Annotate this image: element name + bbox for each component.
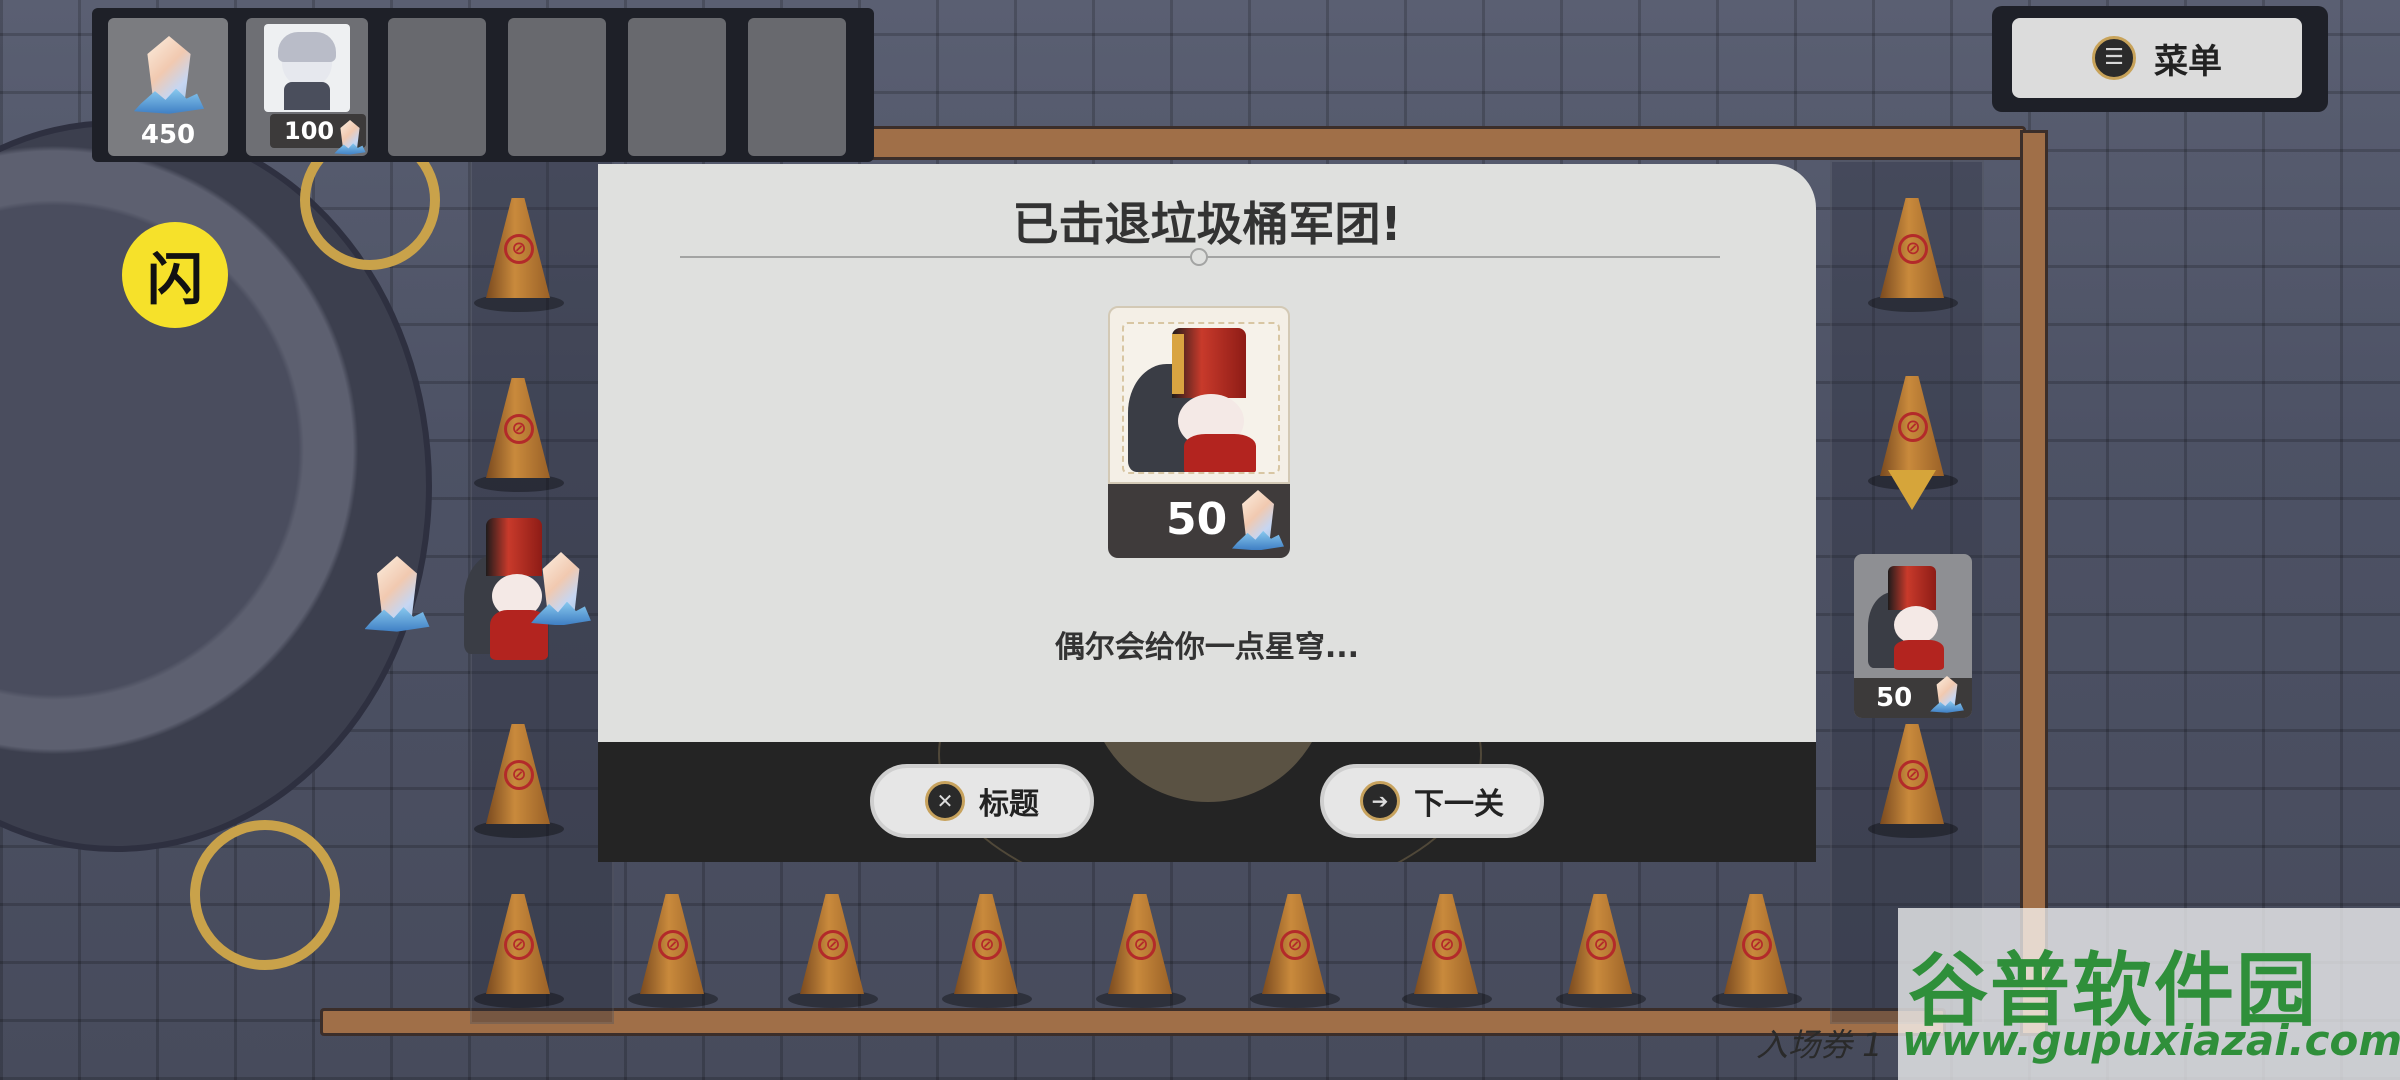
reward-card: 50 [1108, 306, 1290, 558]
victory-dialog: 已击退垃圾桶军团! 50 偶尔会给你一点星穹... [598, 164, 1816, 744]
menu-button[interactable]: ☰ 菜单 [2012, 18, 2302, 98]
ticket-count: 入场券 1 [1756, 1026, 1883, 1064]
close-icon: ✕ [925, 781, 965, 821]
reward-portrait [1122, 322, 1280, 474]
unit-slot-4[interactable] [628, 18, 726, 156]
traffic-cone-icon: ⊘ [942, 894, 1032, 1008]
decor-wheel-bottom [190, 820, 340, 970]
reward-cost: 50 [1166, 494, 1228, 545]
enemy-portrait [1864, 562, 1962, 672]
crystal-icon [334, 120, 366, 155]
crystal-icon [531, 552, 591, 626]
traffic-cone-icon: ⊘ [474, 894, 564, 1008]
traffic-cone-icon: ⊘ [1250, 894, 1340, 1008]
title-button-label: 标题 [979, 787, 1039, 822]
reward-cost-bar: 50 [1108, 484, 1290, 558]
currency-slot: 450 [108, 18, 228, 156]
unit-selection-bar: 450 100 [92, 8, 874, 162]
next-level-label: 下一关 [1414, 787, 1504, 822]
reward-description: 偶尔会给你一点星穹... [1054, 630, 1360, 665]
traffic-cone-icon: ⊘ [628, 894, 718, 1008]
crystal-icon [133, 36, 205, 114]
traffic-cone-icon: ⊘ [1556, 894, 1646, 1008]
crystal-icon [364, 556, 430, 632]
right-rail [2020, 130, 2048, 1036]
crystal-icon [1930, 676, 1964, 713]
unit-slot-3[interactable] [508, 18, 606, 156]
flash-button[interactable]: 闪 [122, 222, 228, 328]
unit-slot-2[interactable] [388, 18, 486, 156]
traffic-cone-icon: ⊘ [1712, 894, 1802, 1008]
traffic-cone-icon: ⊘ [1402, 894, 1492, 1008]
unit-slot-5[interactable] [748, 18, 846, 156]
reward-card-frame [1108, 306, 1290, 484]
top-rail [860, 126, 2026, 160]
unit-slot-1[interactable]: 100 [246, 18, 368, 156]
dialog-footer: ✕ 标题 ➔ 下一关 [598, 742, 1816, 862]
traffic-cone-icon: ⊘ [1868, 198, 1958, 312]
menu-container: ☰ 菜单 [1992, 6, 2328, 112]
flash-icon: 闪 [147, 247, 203, 313]
traffic-cone-icon: ⊘ [1096, 894, 1186, 1008]
next-arrow-icon: ➔ [1360, 781, 1400, 821]
currency-amount: 450 [140, 120, 196, 150]
title-button[interactable]: ✕ 标题 [870, 764, 1094, 838]
crystal-icon [1232, 490, 1284, 551]
traffic-cone-icon: ⊘ [788, 894, 878, 1008]
menu-label: 菜单 [2154, 41, 2222, 82]
divider-ornament [1190, 248, 1208, 266]
dialog-title: 已击退垃圾桶军团! [1012, 197, 1402, 251]
traffic-cone-icon: ⊘ [1868, 724, 1958, 838]
watermark-url: www.gupuxiazai.com [1902, 1016, 2400, 1065]
next-level-button[interactable]: ➔ 下一关 [1320, 764, 1544, 838]
traffic-cone-icon: ⊘ [474, 724, 564, 838]
next-enemy-card: 50 [1854, 554, 1972, 718]
unit-portrait [264, 24, 350, 112]
menu-icon: ☰ [2092, 36, 2136, 80]
traffic-cone-icon: ⊘ [474, 198, 564, 312]
game-stage: ⊘ ⊘ ⊘ ⊘ ⊘ ⊘ ⊘ ⊘ ⊘ ⊘ ⊘ ⊘ ⊘ ⊘ ⊘ 450 100 闪 … [0, 0, 2400, 1080]
spawn-arrow-icon [1888, 470, 1936, 510]
traffic-cone-icon: ⊘ [474, 378, 564, 492]
